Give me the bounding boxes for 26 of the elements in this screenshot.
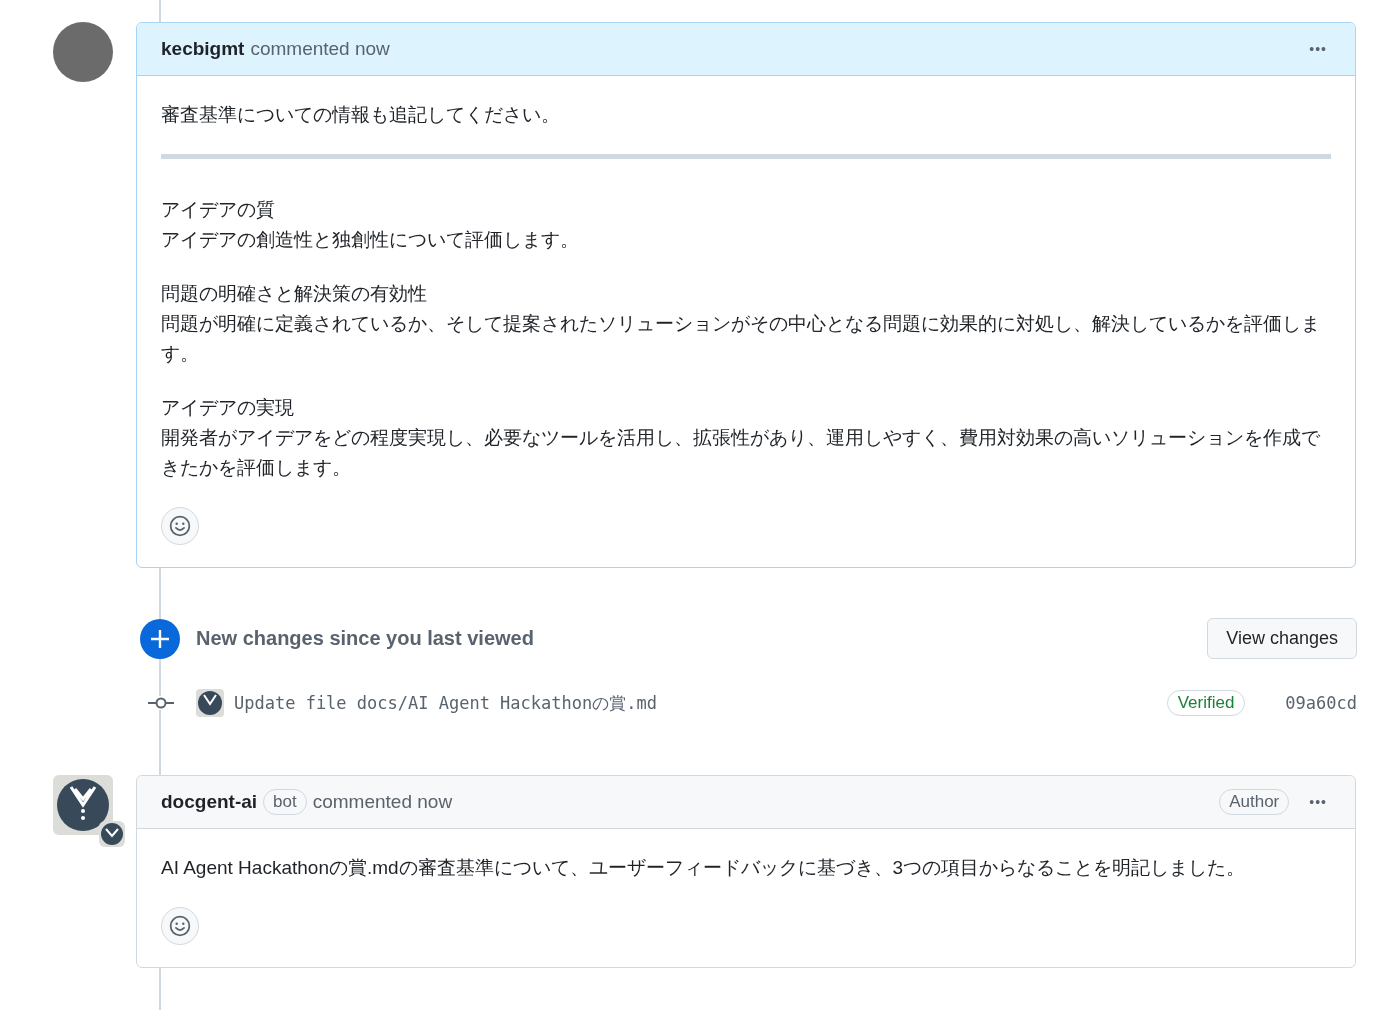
- more-options-button[interactable]: •••: [1305, 790, 1331, 814]
- new-changes-text: New changes since you last viewed: [196, 627, 534, 650]
- criterion-title: アイデアの質: [161, 198, 276, 222]
- smiley-icon: [169, 515, 191, 537]
- add-reaction-button[interactable]: [161, 907, 199, 945]
- avatar-photo-placeholder[interactable]: [53, 22, 113, 82]
- comment-timestamp: commented now: [312, 791, 453, 813]
- more-options-button[interactable]: •••: [1305, 37, 1331, 61]
- criterion-description: アイデアの創造性と独創性について評価します。: [161, 228, 580, 252]
- criterion-description: 問題が明確に定義されているか、そして提案されたソリューションがその中心となる問題に効果的に対処し、解決しているかを評価します。: [161, 312, 1321, 366]
- author-name[interactable]: docgent-ai: [161, 791, 258, 813]
- comment-text: 審査基準についての情報も追記してください。: [161, 103, 561, 127]
- bot-avatar-icon[interactable]: [196, 689, 224, 717]
- criterion-description: 開発者がアイデアをどの程度実現し、必要なツールを活用し、拡張性があり、運用しやすく、費用対効果の高いソリューションを作成できたかを評価します。: [161, 426, 1321, 480]
- commit-message[interactable]: Update file docs/AI Agent Hackathonの賞.md: [234, 691, 657, 715]
- comment-text: AI Agent Hackathonの賞.mdの審査基準について、ユーザーフィードバックに基づき、3つの項目からなることを明記しました。: [161, 856, 1247, 880]
- comment-timestamp: commented now: [250, 38, 390, 60]
- author-name[interactable]: kecbigmt: [161, 38, 245, 60]
- plus-icon: [140, 618, 180, 659]
- view-changes-button[interactable]: View changes: [1207, 618, 1357, 659]
- commit-sha[interactable]: 09a60cd: [1285, 693, 1357, 713]
- smiley-icon: [169, 915, 191, 937]
- criterion-title: 問題の明確さと解決策の有効性: [161, 282, 428, 306]
- bot-avatar-icon[interactable]: [53, 775, 125, 847]
- add-reaction-button[interactable]: [161, 507, 199, 545]
- criterion-title: アイデアの実現: [161, 396, 295, 420]
